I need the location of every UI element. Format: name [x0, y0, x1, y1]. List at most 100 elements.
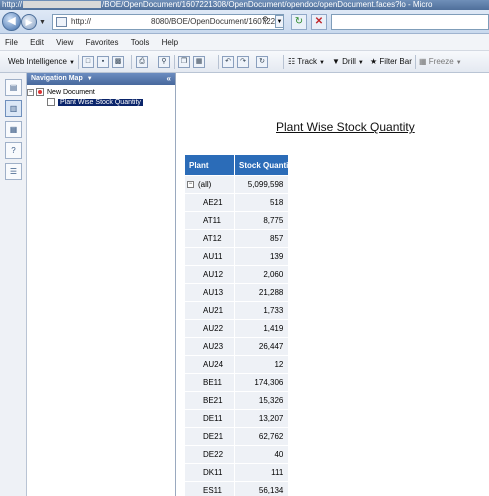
- drill-button[interactable]: ▼ Drill ▼: [332, 55, 364, 69]
- back-button[interactable]: ◀: [2, 12, 21, 31]
- plant-cell[interactable]: BE11: [184, 373, 235, 392]
- browser-search-box[interactable]: [331, 14, 489, 30]
- plant-cell[interactable]: AU13: [184, 283, 235, 302]
- window-title-prefix: http://: [2, 0, 23, 9]
- stock-quantity-cell: 1,733: [233, 301, 290, 320]
- navigation-map-icon[interactable]: ▥: [5, 100, 22, 117]
- undo-icon[interactable]: ↶: [222, 56, 234, 68]
- paste-icon[interactable]: ▦: [193, 56, 205, 68]
- collapse-icon[interactable]: −: [27, 88, 34, 96]
- prompt-icon[interactable]: ?: [5, 142, 22, 159]
- table-row: AT11 8,775: [184, 211, 290, 230]
- column-header-plant[interactable]: Plant: [184, 154, 235, 176]
- menu-bar: File Edit View Favorites Tools Help: [0, 34, 489, 51]
- plant-cell[interactable]: AU21: [184, 301, 235, 320]
- toolbar-separator: [78, 55, 79, 69]
- input-controls-icon[interactable]: ▦: [5, 121, 22, 138]
- plant-cell[interactable]: AT11: [184, 211, 235, 230]
- window-title-suffix: /BOE/OpenDocument/1607221308/OpenDocumen…: [102, 0, 433, 9]
- save-icon[interactable]: ▩: [112, 56, 124, 68]
- data-structure-icon[interactable]: ☰: [5, 163, 22, 180]
- webi-document-icon: [36, 88, 44, 97]
- plant-cell[interactable]: AU22: [184, 319, 235, 338]
- plant-cell[interactable]: DE11: [184, 409, 235, 428]
- menu-tools[interactable]: Tools: [126, 34, 155, 51]
- table-row: DE11 13,207: [184, 409, 290, 428]
- tree-node-report[interactable]: Plant Wise Stock Quantity: [47, 98, 143, 108]
- plant-cell[interactable]: DK11: [184, 463, 235, 482]
- stock-quantity-cell: 12: [233, 355, 290, 374]
- freeze-button[interactable]: ▦ Freeze ▼: [419, 55, 462, 69]
- plant-cell[interactable]: AU24: [184, 355, 235, 374]
- webi-toolbar: Web Intelligence ▼ □ ▪ ▩ ⎙ ⚲ ❐ ▦ ↶ ↷ ↻ ☷ …: [0, 51, 489, 73]
- freeze-label: Freeze: [428, 57, 454, 66]
- menu-edit[interactable]: Edit: [25, 34, 49, 51]
- table-row: DE22 40: [184, 445, 290, 464]
- find-icon[interactable]: ⚲: [158, 56, 170, 68]
- drill-label: Drill: [342, 57, 356, 66]
- stock-quantity-cell: 26,447: [233, 337, 290, 356]
- table-row: AT12 857: [184, 229, 290, 248]
- print-icon[interactable]: ⎙: [136, 56, 148, 68]
- drill-icon: ▼: [332, 57, 343, 66]
- navigation-map-header: Navigation Map ▼ «: [27, 73, 175, 85]
- toolbar-separator: [174, 55, 175, 69]
- menu-view[interactable]: View: [51, 34, 78, 51]
- copy-icon[interactable]: ❐: [178, 56, 190, 68]
- plant-cell[interactable]: AU12: [184, 265, 235, 284]
- forward-button[interactable]: ▶: [21, 14, 37, 30]
- collapse-icon[interactable]: −: [187, 181, 194, 189]
- table-row: DK11 111: [184, 463, 290, 482]
- table-row: ES11 56,134: [184, 481, 290, 496]
- report-tab-icon: [47, 98, 55, 107]
- column-header-stock-quantity[interactable]: Stock Quanti: [233, 154, 290, 176]
- plant-cell[interactable]: AE21: [184, 193, 235, 212]
- plant-cell[interactable]: ES11: [184, 481, 235, 496]
- collapse-panel-icon[interactable]: «: [167, 73, 171, 85]
- filter-bar-label: Filter Bar: [379, 57, 412, 66]
- address-suffix: 8080/BOE/OpenDocument/1607221: [151, 17, 280, 26]
- table-row: AE21 518: [184, 193, 290, 212]
- stock-quantity-cell: 40: [233, 445, 290, 464]
- document-summary-icon[interactable]: ▤: [5, 79, 22, 96]
- stock-quantity-cell: 62,762: [233, 427, 290, 446]
- stock-quantity-cell: 21,288: [233, 283, 290, 302]
- stock-quantity-cell: 56,134: [233, 481, 290, 496]
- address-dropdown-icon[interactable]: ▼: [275, 15, 284, 28]
- stock-quantity-cell: 15,326: [233, 391, 290, 410]
- report-title: Plant Wise Stock Quantity: [276, 120, 415, 134]
- search-icon[interactable]: ⚲: [262, 15, 269, 26]
- table-row: AU21 1,733: [184, 301, 290, 320]
- refresh-button[interactable]: ↻: [291, 14, 307, 30]
- redo-icon[interactable]: ↷: [237, 56, 249, 68]
- open-folder-icon[interactable]: ▪: [97, 56, 109, 68]
- plant-all-cell[interactable]: − (all): [184, 175, 235, 194]
- history-dropdown-icon[interactable]: ▼: [39, 19, 46, 26]
- plant-cell[interactable]: AT12: [184, 229, 235, 248]
- web-intelligence-menu[interactable]: Web Intelligence ▼: [8, 55, 75, 69]
- filter-bar-button[interactable]: ★ Filter Bar: [370, 55, 412, 69]
- plant-cell[interactable]: AU23: [184, 337, 235, 356]
- refresh-data-icon[interactable]: ↻: [256, 56, 268, 68]
- new-document-icon[interactable]: □: [82, 56, 94, 68]
- tree-node-document[interactable]: − New Document: [27, 88, 95, 98]
- track-label: Track: [297, 57, 317, 66]
- menu-help[interactable]: Help: [157, 34, 183, 51]
- navigation-map-menu-icon[interactable]: ▼: [87, 76, 93, 82]
- freeze-icon: ▦: [419, 57, 429, 66]
- address-row: ◀ ▶ ▼ http:// 8080/BOE/OpenDocument/16072…: [0, 10, 489, 34]
- stop-button[interactable]: ✕: [311, 14, 327, 30]
- plant-cell[interactable]: DE21: [184, 427, 235, 446]
- plant-cell[interactable]: BE21: [184, 391, 235, 410]
- plant-cell[interactable]: DE22: [184, 445, 235, 464]
- filter-icon: ★: [370, 57, 380, 66]
- table-row: BE11 174,306: [184, 373, 290, 392]
- menu-favorites[interactable]: Favorites: [81, 34, 124, 51]
- redacted-host: [23, 1, 102, 9]
- plant-cell[interactable]: AU11: [184, 247, 235, 266]
- track-button[interactable]: ☷ Track ▼: [288, 55, 325, 69]
- stock-quantity-cell: 8,775: [233, 211, 290, 230]
- table-row: DE21 62,762: [184, 427, 290, 446]
- address-bar[interactable]: http:// 8080/BOE/OpenDocument/1607221: [52, 14, 284, 30]
- menu-file[interactable]: File: [0, 34, 23, 51]
